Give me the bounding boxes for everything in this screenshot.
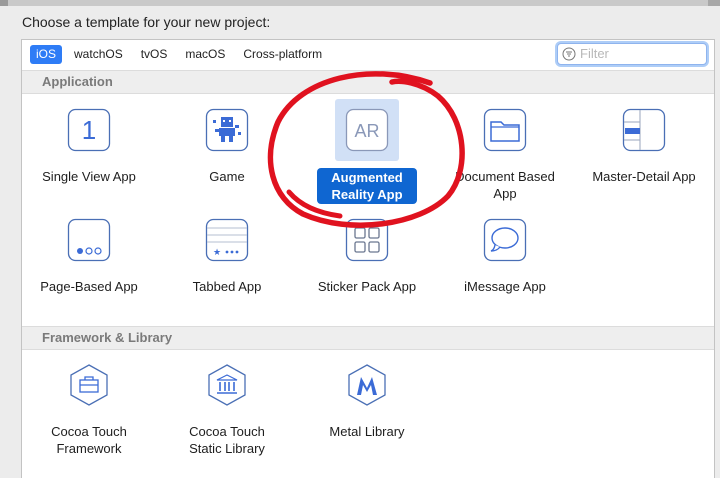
section-header-framework-library: Framework & Library xyxy=(22,326,714,350)
filter-icon xyxy=(562,47,576,61)
window-top-edge xyxy=(0,0,720,6)
svg-text:AR: AR xyxy=(354,121,379,141)
dialog-heading: Choose a template for your new project: xyxy=(22,14,271,30)
template-label: Single View App xyxy=(42,169,136,184)
template-panel: iOS watchOS tvOS macOS Cross-platform Ap… xyxy=(21,39,715,478)
template-toolbar: iOS watchOS tvOS macOS Cross-platform xyxy=(22,40,714,70)
template-label: iMessage App xyxy=(464,279,546,294)
ar-icon: AR xyxy=(345,108,389,152)
section-header-application: Application xyxy=(22,70,714,94)
platform-tabs: iOS watchOS tvOS macOS Cross-platform xyxy=(30,45,328,64)
library-building-icon xyxy=(208,364,246,406)
window-edge-right xyxy=(708,0,720,6)
template-label: Tabbed App xyxy=(192,279,262,294)
template-label: Game xyxy=(209,169,245,184)
template-label: Cocoa Touch Static Library xyxy=(189,424,265,456)
tab-watchos[interactable]: watchOS xyxy=(68,45,129,64)
svg-text:1: 1 xyxy=(82,115,96,145)
template-label: Sticker Pack App xyxy=(317,279,417,294)
speech-bubble-icon xyxy=(483,218,527,262)
tabbed-icon: ★ xyxy=(205,218,249,262)
template-label: Document Based App xyxy=(455,169,555,201)
toolbox-icon xyxy=(70,364,108,406)
window-edge-left xyxy=(0,0,8,6)
section-title-framework-library: Framework & Library xyxy=(42,330,173,345)
template-label: Cocoa Touch Framework xyxy=(51,424,127,456)
tab-tvos[interactable]: tvOS xyxy=(135,45,174,64)
page-based-icon xyxy=(67,218,111,262)
tab-macos[interactable]: macOS xyxy=(179,45,231,64)
template-label: Metal Library xyxy=(329,424,405,439)
template-label-selected: Augmented Reality App xyxy=(317,168,417,204)
master-detail-icon xyxy=(622,108,666,152)
tab-ios[interactable]: iOS xyxy=(30,45,63,64)
game-icon xyxy=(205,108,249,152)
folder-icon xyxy=(483,108,527,152)
sticker-grid-icon xyxy=(345,218,389,262)
template-label: Master-Detail App xyxy=(592,169,696,184)
tab-cross-platform[interactable]: Cross-platform xyxy=(237,45,328,64)
metal-icon xyxy=(348,364,386,406)
filter-input[interactable] xyxy=(580,45,700,61)
section-title-application: Application xyxy=(42,74,113,89)
svg-text:★: ★ xyxy=(213,248,221,258)
filter-field[interactable] xyxy=(557,43,707,65)
template-label: Page-Based App xyxy=(40,279,138,294)
single-view-icon: 1 xyxy=(67,108,111,152)
